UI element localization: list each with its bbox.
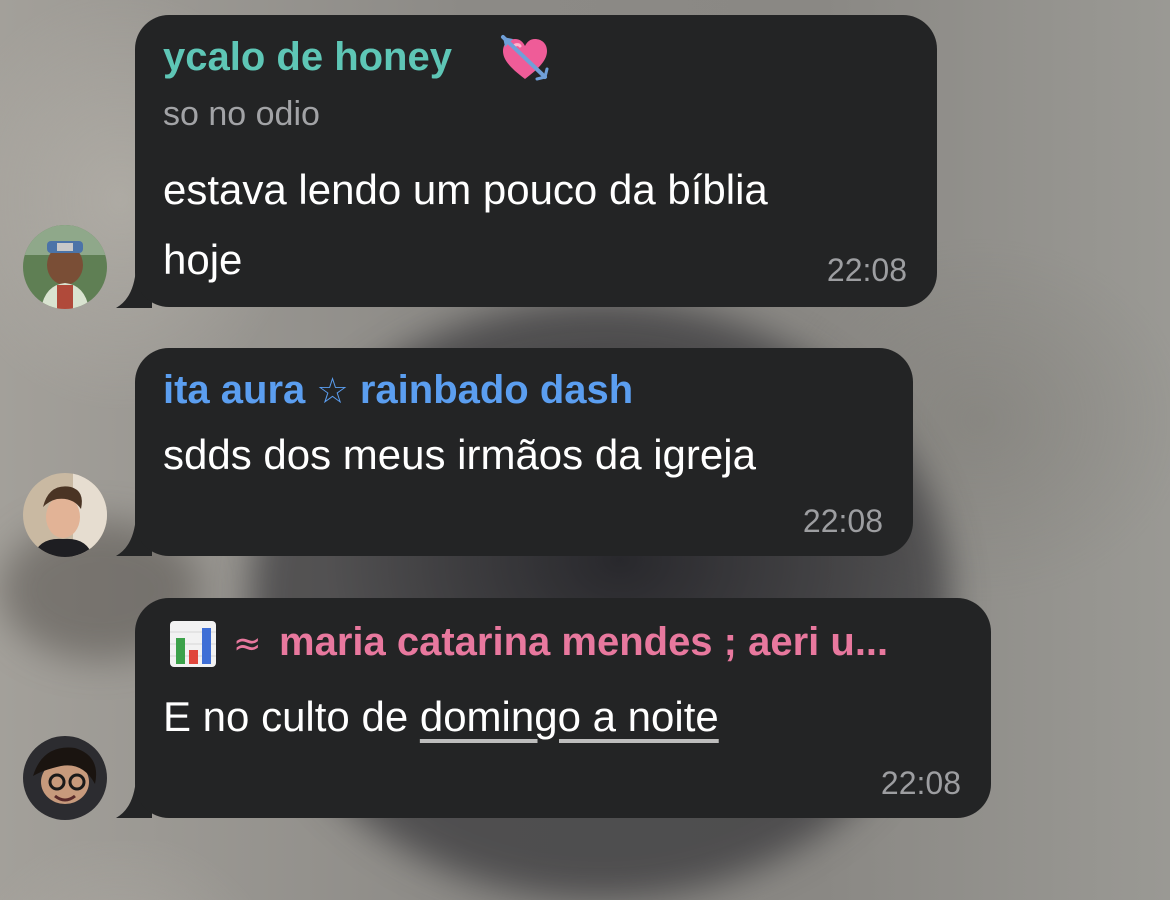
bar-chart-icon bbox=[169, 620, 217, 673]
avatar[interactable] bbox=[23, 736, 107, 820]
avatar[interactable] bbox=[23, 225, 107, 309]
message-bubble[interactable]: ita aura ☆ rainbado dash sdds dos meus i… bbox=[135, 348, 913, 556]
timestamp: 22:08 bbox=[880, 765, 961, 801]
message-text: estava lendo um pouco da bíblia hoje bbox=[163, 155, 768, 295]
sender-name-part: rainbado dash bbox=[359, 368, 634, 412]
heart-with-arrow-icon bbox=[499, 33, 551, 90]
message-text: E no culto de domingo a noite bbox=[163, 682, 719, 752]
message-line: estava lendo um pouco da bíblia bbox=[163, 166, 768, 213]
star-icon: ☆ bbox=[316, 371, 349, 412]
sender-name-part: ita aura bbox=[163, 368, 306, 412]
sender-subtitle: so no odio bbox=[163, 95, 320, 133]
sender-name[interactable]: maria catarina mendes ; aeri u... bbox=[279, 620, 888, 665]
approx-symbol: ≈ bbox=[233, 624, 262, 664]
message-bubble[interactable]: ≈ maria catarina mendes ; aeri u... E no… bbox=[135, 598, 991, 818]
timestamp: 22:08 bbox=[802, 503, 883, 539]
message-line: hoje bbox=[163, 236, 243, 283]
date-link[interactable]: domingo a noite bbox=[420, 693, 719, 740]
sender-name[interactable]: ita aura ☆ rainbado dash bbox=[163, 368, 633, 413]
avatar[interactable] bbox=[23, 473, 107, 557]
message-text-prefix: E no culto de bbox=[163, 693, 420, 740]
sender-name[interactable]: ycalo de honey bbox=[163, 35, 452, 80]
message-text: sdds dos meus irmãos da igreja bbox=[163, 431, 756, 478]
message-bubble[interactable]: ycalo de honey so no odio estava lendo u… bbox=[135, 15, 937, 307]
timestamp: 22:08 bbox=[826, 252, 907, 288]
